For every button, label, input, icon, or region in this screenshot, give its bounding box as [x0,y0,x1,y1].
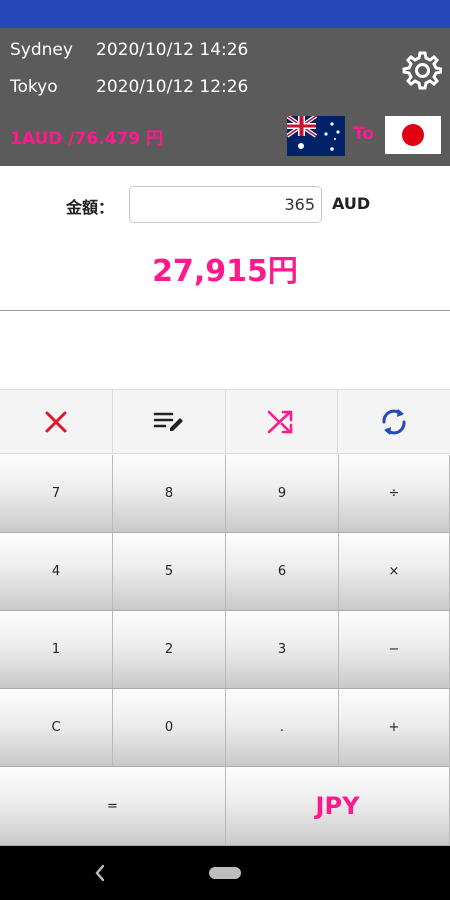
key-equals[interactable]: = [0,767,226,846]
settings-gear-icon[interactable] [402,50,443,90]
key-1[interactable]: 1 [0,611,113,689]
status-bar [0,0,450,28]
key-clear[interactable]: C [0,689,113,767]
keypad: 7 8 9 ÷ 4 5 6 × 1 2 3 − C 0 . + = JPY [0,455,450,846]
shuffle-icon [268,410,293,433]
key-0[interactable]: 0 [113,689,226,767]
key-8[interactable]: 8 [113,455,226,533]
key-3[interactable]: 3 [226,611,339,689]
key-7[interactable]: 7 [0,455,113,533]
divider [0,310,450,311]
key-decimal[interactable]: . [226,689,339,767]
edit-list-icon [153,412,183,431]
to-label: To [353,124,375,144]
japan-flag-icon[interactable] [385,116,441,154]
japan-flag-disc [402,124,424,146]
back-chevron-icon[interactable] [93,862,107,884]
key-add[interactable]: + [339,689,450,767]
key-6[interactable]: 6 [226,533,339,611]
amount-currency-unit: AUD [332,194,371,213]
refresh-icon [382,408,406,435]
action-toolbar [0,389,450,454]
home-pill-icon[interactable] [209,867,241,879]
clear-icon [45,411,67,432]
key-2[interactable]: 2 [113,611,226,689]
amount-label: 金額： [66,198,115,217]
target-currency-button[interactable]: JPY [226,767,450,846]
australia-flag-icon[interactable] [285,114,345,156]
city-row-sydney: Sydney 2020/10/12 14:26 [10,38,248,62]
amount-input[interactable]: 365 [129,186,322,223]
clear-button[interactable] [0,390,113,453]
key-divide[interactable]: ÷ [339,455,450,533]
city-datetime: 2020/10/12 14:26 [96,40,249,60]
city-datetime: 2020/10/12 12:26 [96,77,249,97]
key-5[interactable]: 5 [113,533,226,611]
edit-list-button[interactable] [113,390,226,453]
key-subtract[interactable]: − [339,611,450,689]
system-nav-bar [0,846,450,900]
header-panel: Sydney 2020/10/12 14:26 Tokyo 2020/10/12… [0,28,450,166]
key-9[interactable]: 9 [226,455,339,533]
exchange-rate-label: 1AUD /76.479 円 [10,129,164,149]
shuffle-button[interactable] [226,390,339,453]
converted-result: 27,915円 [152,254,298,289]
city-name: Sydney [10,40,73,60]
city-name: Tokyo [10,77,58,97]
key-4[interactable]: 4 [0,533,113,611]
key-multiply[interactable]: × [339,533,450,611]
refresh-button[interactable] [338,390,450,453]
city-row-tokyo: Tokyo 2020/10/12 12:26 [10,75,248,99]
